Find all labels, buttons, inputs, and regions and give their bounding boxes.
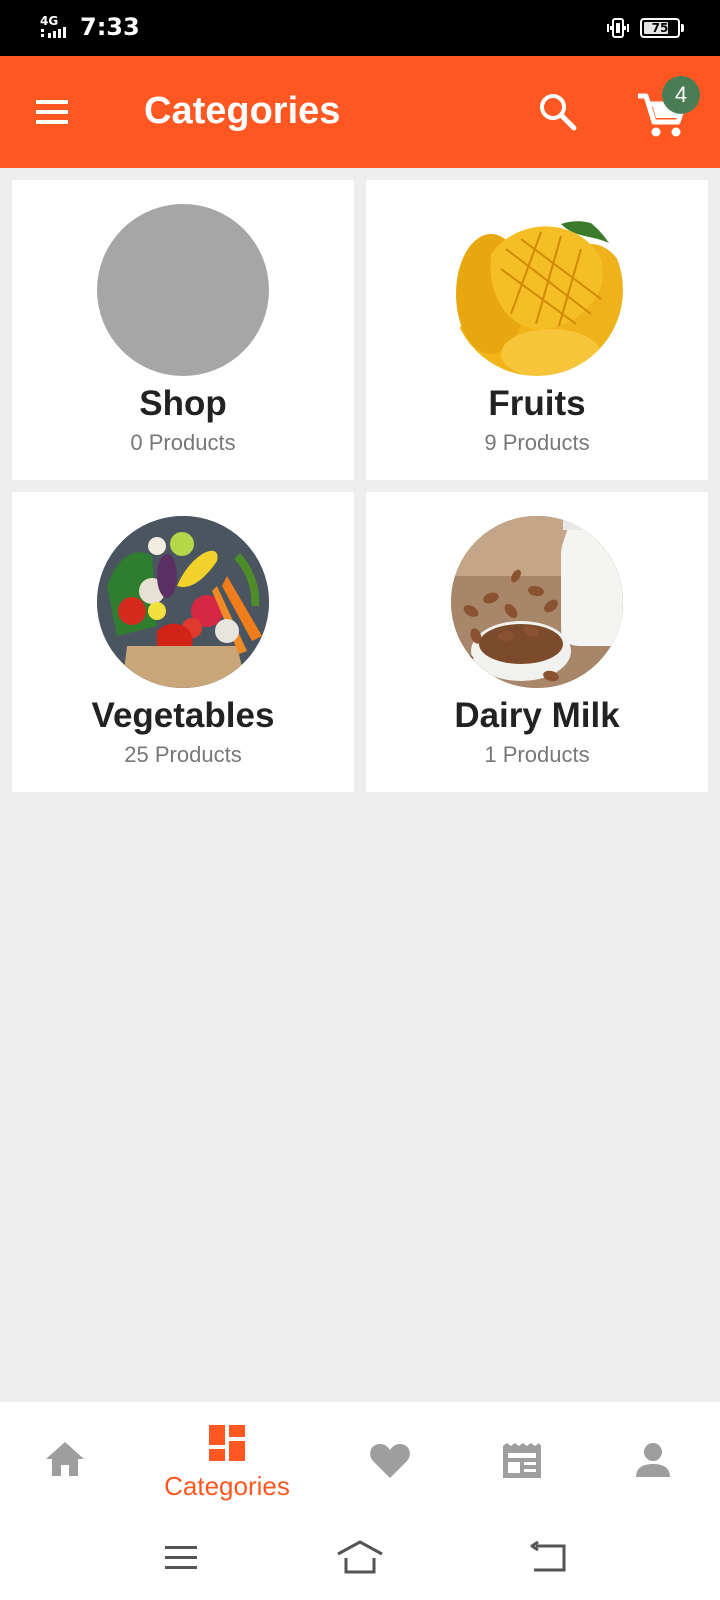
system-back-button[interactable] (524, 1534, 572, 1582)
category-name: Dairy Milk (454, 696, 620, 735)
person-icon (636, 1443, 670, 1477)
category-card-vegetables[interactable]: Vegetables 25 Products (12, 492, 354, 792)
battery-icon: 75 (640, 18, 684, 38)
category-name: Fruits (488, 384, 586, 423)
battery-percent: 75 (651, 21, 669, 35)
category-product-count: 1 Products (484, 742, 590, 767)
vegetables-image (97, 516, 269, 688)
system-navigation-bar (0, 1522, 720, 1600)
category-name: Vegetables (91, 696, 275, 735)
page-title: Categories (144, 90, 341, 132)
nav-news[interactable] (457, 1402, 587, 1522)
nav-categories[interactable]: Categories (162, 1402, 292, 1522)
nav-home[interactable] (0, 1402, 130, 1522)
mango-image (451, 204, 623, 376)
app-bar: Categories 4 (0, 56, 720, 168)
news-icon (503, 1443, 541, 1478)
bottom-navigation: Categories (0, 1402, 720, 1522)
home-icon (46, 1442, 84, 1476)
category-image-placeholder (97, 204, 269, 376)
nav-categories-label: Categories (164, 1471, 290, 1501)
search-icon (540, 94, 577, 131)
system-menu-button[interactable] (157, 1534, 205, 1582)
category-name: Shop (139, 384, 227, 423)
home-icon (337, 1540, 383, 1574)
category-product-count: 9 Products (484, 430, 590, 455)
menu-icon (36, 100, 68, 124)
status-bar: 4G 7:33 75 (0, 0, 720, 56)
category-card-fruits[interactable]: Fruits 9 Products (366, 180, 708, 480)
vibrate-icon (607, 18, 629, 38)
back-icon (530, 1540, 566, 1572)
almond-milk-image (451, 516, 623, 688)
menu-icon (165, 1546, 197, 1569)
nav-favorites[interactable] (325, 1402, 455, 1522)
category-card-dairy-milk[interactable]: Dairy Milk 1 Products (366, 492, 708, 792)
category-card-shop[interactable]: Shop 0 Products (12, 180, 354, 480)
system-home-button[interactable] (336, 1534, 384, 1582)
cart-count-badge: 4 (662, 76, 700, 114)
signal-icon: 4G (40, 15, 74, 41)
category-product-count: 0 Products (130, 430, 236, 455)
heart-icon (370, 1444, 410, 1478)
categories-icon (209, 1425, 245, 1461)
category-product-count: 25 Products (124, 742, 242, 767)
search-button[interactable] (536, 90, 580, 134)
clock: 7:33 (80, 13, 140, 41)
menu-button[interactable] (30, 90, 74, 134)
nav-profile[interactable] (588, 1402, 718, 1522)
